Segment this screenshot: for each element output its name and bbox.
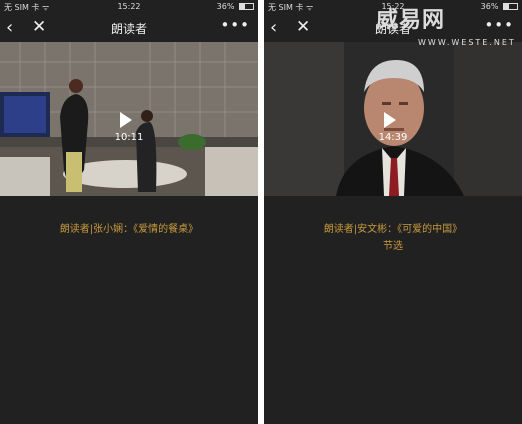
nav-bar: ‹ ✕ 朗读者 ••• (0, 14, 258, 42)
more-options-icon[interactable]: ••• (484, 16, 514, 34)
video-player[interactable]: 10:11 (0, 42, 258, 196)
battery-percent: 36% (216, 2, 235, 11)
video-caption-link[interactable]: 朗读者|安文彬：《可爱的中国》 节选 (264, 221, 522, 255)
video-duration: 14:39 (378, 132, 408, 143)
page-title: 朗读者 (110, 22, 147, 36)
battery-percent: 36% (480, 2, 499, 11)
play-icon[interactable] (384, 112, 396, 128)
video-duration: 10:11 (114, 132, 144, 143)
status-bar: 无 SIM 卡 ᯤ 15:22 36% (0, 0, 258, 14)
battery-status: 36% (481, 2, 518, 11)
caption-text: 朗读者|安文彬：《可爱的中国》 (323, 224, 463, 235)
caption-text: 朗读者|张小娴：《爱情的餐桌》 (59, 224, 199, 235)
caption-subtext: 节选 (383, 241, 403, 252)
battery-icon (503, 3, 518, 10)
phone-screen-right: 无 SIM 卡 ᯤ 15:22 36% ‹ ✕ 朗读者 ••• 14:39 朗读… (264, 0, 522, 424)
video-caption-link[interactable]: 朗读者|张小娴：《爱情的餐桌》 (0, 221, 258, 238)
battery-icon (239, 3, 254, 10)
watermark-url: WWW.WESTE.NET (418, 38, 516, 47)
play-icon[interactable] (120, 112, 132, 128)
watermark-logo: 威易网 (376, 8, 446, 33)
more-options-icon[interactable]: ••• (220, 16, 250, 34)
battery-status: 36% (217, 2, 254, 11)
phone-screen-left: 无 SIM 卡 ᯤ 15:22 36% ‹ ✕ 朗读者 ••• 10:11 朗读… (0, 0, 258, 424)
video-player[interactable]: 14:39 (264, 42, 522, 196)
